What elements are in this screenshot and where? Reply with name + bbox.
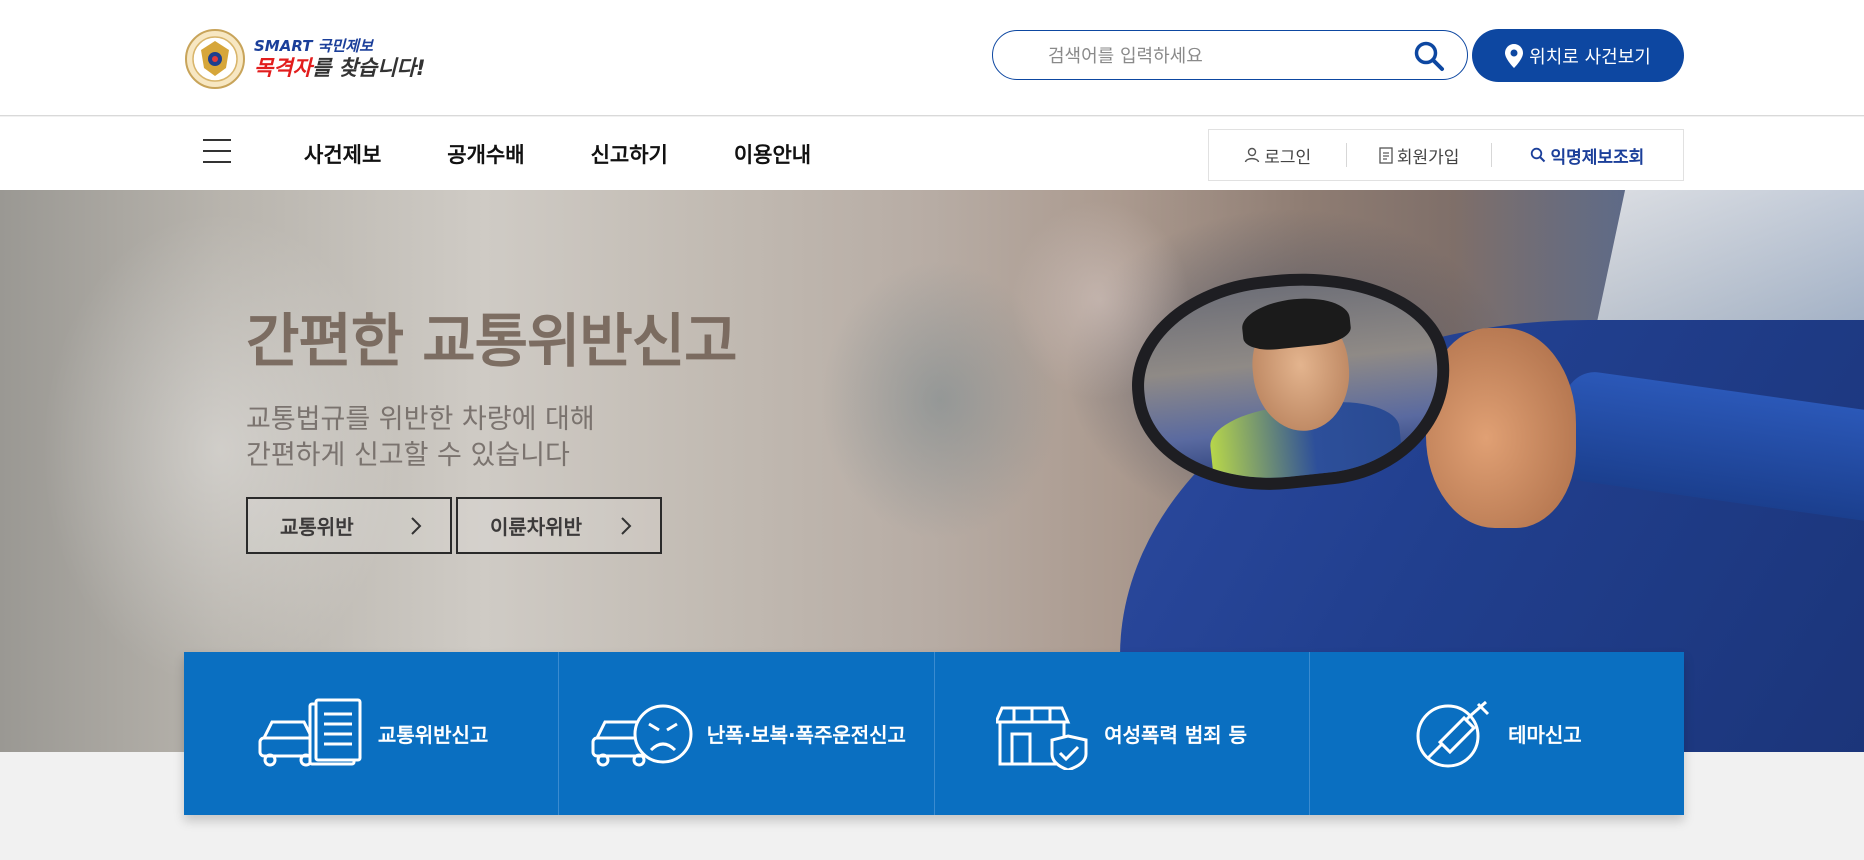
quick-reckless-driving-report[interactable]: 난폭·보복·폭주운전신고 [559,652,935,815]
login-label: 로그인 [1264,147,1312,168]
quick-women-violence-label: 여성폭력 범죄 등 [1104,723,1247,747]
hamburger-icon[interactable] [203,139,233,165]
document-icon [1379,146,1393,164]
chevron-right-icon [621,517,632,535]
search-input[interactable] [1048,43,1378,69]
quick-theme-label: 테마신고 [1508,723,1582,747]
syringe-no-icon [1416,700,1490,767]
police-seal-icon [185,29,245,89]
logo-text: SMART 국민제보 목격자를 찾습니다! [254,39,425,79]
logo-line2-rest: 를 찾습니다! [311,56,426,80]
location-pin-icon [1505,43,1524,68]
mirror-reflection [1134,271,1448,491]
util-menu: 로그인 회원가입 익명제보조회 [1208,129,1684,181]
nav-item-wanted[interactable]: 공개수배 [447,139,524,169]
angry-car-icon [591,704,693,766]
site-logo[interactable]: SMART 국민제보 목격자를 찾습니다! [184,28,425,90]
quick-reckless-label: 난폭·보복·폭주운전신고 [706,723,906,747]
nav-item-report[interactable]: 신고하기 [591,139,668,169]
location-view-label: 위치로 사건보기 [1529,46,1651,68]
anon-lookup-link[interactable]: 익명제보조회 [1492,142,1683,168]
search-box [992,30,1468,80]
anon-lookup-label: 익명제보조회 [1550,147,1645,168]
quick-traffic-report[interactable]: 교통위반신고 [184,652,560,815]
chevron-right-icon [411,517,422,535]
location-view-button[interactable]: 위치로 사건보기 [1472,29,1684,82]
nav-menu: 사건제보 공개수배 신고하기 이용안내 [304,139,877,169]
nav-item-guide[interactable]: 이용안내 [734,139,811,169]
quick-traffic-label: 교통위반신고 [377,723,489,747]
signup-label: 회원가입 [1396,147,1460,168]
login-link[interactable]: 로그인 [1209,142,1346,168]
user-icon [1245,147,1260,163]
logo-line1: SMART 국민제보 [254,37,373,55]
motorcycle-violation-label: 이륜차위반 [490,515,582,539]
site-header: SMART 국민제보 목격자를 찾습니다! 위치로 사건보기 [0,0,1864,116]
main-nav: 사건제보 공개수배 신고하기 이용안내 로그인 회원가입 익명제보조회 [0,117,1864,190]
quick-theme-report[interactable]: 테마신고 [1310,652,1684,815]
logo-highlight: 목격자 [254,56,312,80]
traffic-violation-label: 교통위반 [280,515,354,539]
search-icon[interactable] [1413,40,1445,72]
hero-title: 간편한 교통위반신고 [246,307,737,375]
hero-subtitle: 교통법규를 위반한 차량에 대해 간편하게 신고할 수 있습니다 [246,402,595,474]
magnifier-icon [1531,147,1546,163]
quick-report-bar: 교통위반신고 난폭·보복·폭주운전신고 여성폭력 범죄 등 테마신고 [184,652,1684,815]
car-report-icon [258,698,362,766]
nav-item-incident-report[interactable]: 사건제보 [304,139,381,169]
page: SMART 국민제보 목격자를 찾습니다! 위치로 사건보기 사건제보 공개수배… [0,0,1864,860]
hero-subtitle-line2: 간편하게 신고할 수 있습니다 [246,440,570,471]
motorcycle-violation-button[interactable]: 이륜차위반 [456,497,662,554]
hero-subtitle-line1: 교통법규를 위반한 차량에 대해 [246,404,595,435]
shop-shield-icon [996,706,1088,770]
signup-link[interactable]: 회원가입 [1347,142,1490,168]
traffic-violation-button[interactable]: 교통위반 [246,497,452,554]
logo-line2: 목격자를 찾습니다! [254,58,425,79]
quick-women-violence-report[interactable]: 여성폭력 범죄 등 [935,652,1310,815]
